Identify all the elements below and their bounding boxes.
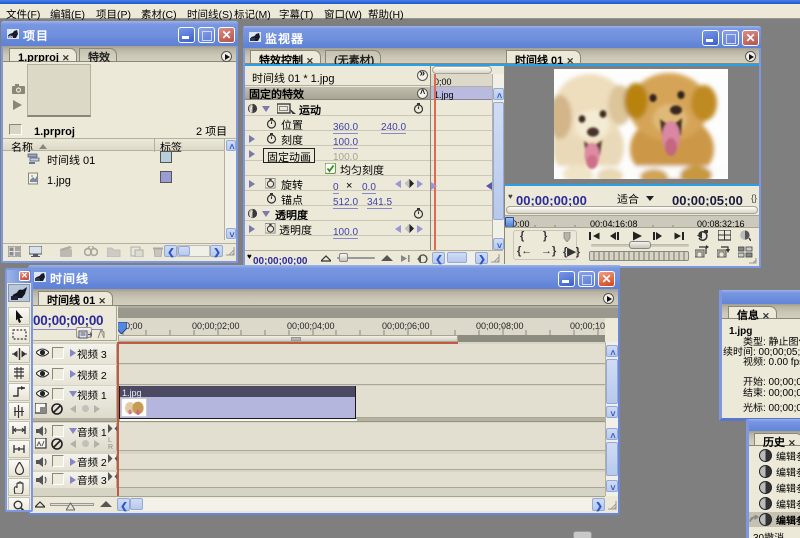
svg-text:xls: xls [8,35,13,39]
